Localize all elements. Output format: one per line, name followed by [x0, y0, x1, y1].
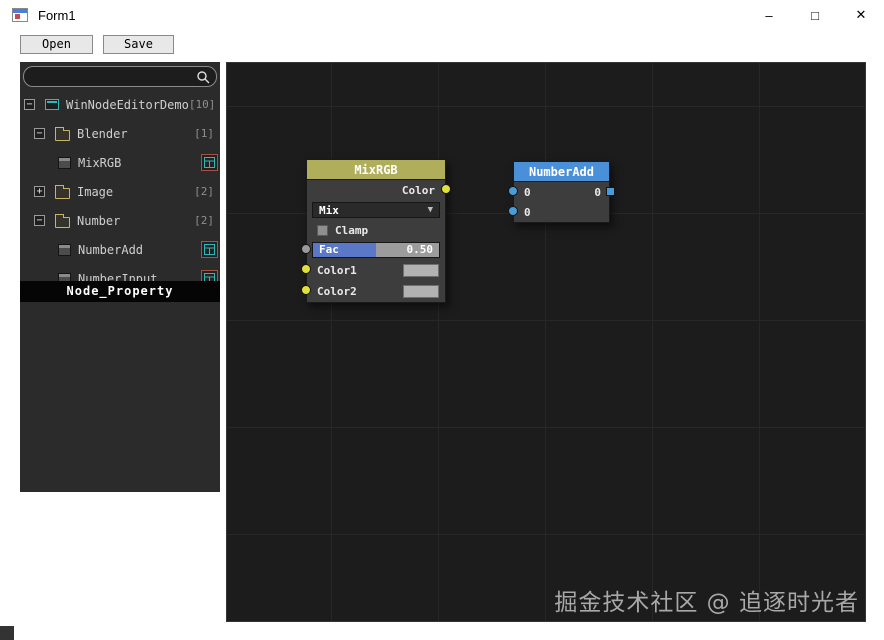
tree-item-number[interactable]: − Number [2] [20, 206, 220, 235]
node-mixrgb-body: Color Mix ▼ Clamp Fac 0.50 Color1 Color2 [306, 179, 446, 303]
maximize-button[interactable]: □ [792, 0, 838, 30]
clamp-checkbox[interactable] [317, 224, 328, 236]
fac-value: 0.50 [406, 243, 434, 256]
tree-item-label: MixRGB [78, 155, 122, 170]
save-button[interactable]: Save [103, 35, 174, 54]
mixrgb-clamp-row: Clamp [307, 220, 445, 240]
tree-item-label: NumberAdd [78, 242, 144, 257]
node-numberadd-body: 0 0 0 [513, 181, 610, 223]
form1-window: Form1 – □ ✕ Open Save − WinNodeEditorDem… [0, 0, 884, 640]
titlebar: Form1 – □ ✕ [0, 0, 884, 30]
numberadd-output-socket[interactable] [606, 187, 615, 196]
tree-item-mixrgb[interactable]: MixRGB [20, 148, 220, 177]
node-template-icon[interactable] [201, 154, 218, 171]
node-icon [58, 156, 71, 169]
mixrgb-color1-row: Color1 [307, 260, 445, 280]
color2-input-socket[interactable] [301, 285, 311, 295]
close-button[interactable]: ✕ [838, 0, 884, 30]
mixrgb-fac-row: Fac 0.50 [307, 240, 445, 260]
tree-item-count: [2] [194, 214, 214, 227]
node-icon [58, 272, 71, 281]
window-title: Form1 [38, 7, 76, 23]
tree-item-count: [1] [194, 127, 214, 140]
tree-item-numberinput[interactable]: NumberInput [20, 264, 220, 281]
app-window-icon [45, 99, 59, 110]
search-box[interactable] [23, 66, 217, 87]
tree-item-label: Blender [77, 126, 128, 141]
color-output-socket[interactable] [441, 184, 451, 194]
tree-item-label: WinNodeEditorDemo [66, 97, 189, 112]
node-property-header: Node_Property [20, 281, 220, 302]
mixrgb-color2-row: Color2 [307, 280, 445, 302]
tree-item-image[interactable]: + Image [2] [20, 177, 220, 206]
mixrgb-mode-row: Mix ▼ [307, 200, 445, 220]
node-template-icon[interactable] [201, 270, 218, 281]
numberadd-row1: 0 0 [514, 182, 609, 202]
collapse-icon[interactable]: − [34, 215, 45, 226]
blend-mode-value: Mix [319, 203, 339, 217]
fac-slider[interactable]: Fac 0.50 [312, 242, 440, 258]
clamp-label: Clamp [335, 223, 369, 237]
tree-item-label: Number [77, 213, 121, 228]
fac-input-socket[interactable] [301, 244, 311, 254]
chevron-down-icon: ▼ [427, 205, 433, 215]
node-tree: − WinNodeEditorDemo [10] − Blender [1] M… [20, 62, 220, 281]
tree-item-count: [2] [194, 185, 214, 198]
node-icon [58, 243, 71, 256]
color1-input-socket[interactable] [301, 264, 311, 274]
scrollbar-corner [0, 626, 14, 640]
folder-icon [55, 126, 70, 141]
folder-icon [55, 213, 70, 228]
node-numberadd-header[interactable]: NumberAdd [513, 161, 610, 181]
open-button[interactable]: Open [20, 35, 93, 54]
color2-swatch[interactable] [403, 284, 439, 298]
tree-item-blender[interactable]: − Blender [1] [20, 119, 220, 148]
blend-mode-dropdown[interactable]: Mix ▼ [312, 202, 440, 218]
color1-label: Color1 [317, 263, 357, 277]
mixrgb-output-row: Color [307, 180, 445, 200]
node-editor-canvas[interactable]: MixRGB Color Mix ▼ Clamp Fac 0.50 Color1… [226, 62, 866, 622]
tree-item-numberadd[interactable]: NumberAdd [20, 235, 220, 264]
numberadd-row2: 0 [514, 202, 609, 222]
expand-icon[interactable]: + [34, 186, 45, 197]
form-app-icon [12, 8, 28, 22]
color2-label: Color2 [317, 284, 357, 298]
output-color-label: Color [401, 183, 435, 197]
toolbar: Open Save [0, 30, 884, 62]
node-template-icon[interactable] [201, 241, 218, 258]
collapse-icon[interactable]: − [34, 128, 45, 139]
tree-item-winnodeeditordemo[interactable]: − WinNodeEditorDemo [10] [20, 90, 220, 119]
search-icon [197, 71, 210, 84]
watermark-text: 掘金技术社区 @ 追逐时光者 [554, 590, 859, 616]
numberadd-input2-socket[interactable] [508, 206, 518, 216]
node-mixrgb[interactable]: MixRGB Color Mix ▼ Clamp Fac 0.50 Color1… [301, 159, 451, 303]
collapse-icon[interactable]: − [24, 99, 35, 110]
color1-swatch[interactable] [403, 263, 439, 277]
window-controls: – □ ✕ [746, 0, 884, 30]
node-mixrgb-header[interactable]: MixRGB [306, 159, 446, 179]
tree-item-label: NumberInput [78, 271, 158, 282]
fac-label: Fac [319, 243, 339, 256]
tree-item-label: Image [77, 184, 114, 199]
tree-rows: − WinNodeEditorDemo [10] − Blender [1] M… [20, 90, 220, 281]
folder-icon [55, 184, 70, 199]
minimize-button[interactable]: – [746, 0, 792, 30]
numberadd-input1-socket[interactable] [508, 186, 518, 196]
node-property-panel [20, 302, 220, 492]
node-numberadd[interactable]: NumberAdd 0 0 0 [508, 161, 615, 223]
tree-item-count: [10] [188, 98, 216, 111]
search-input[interactable] [32, 68, 192, 85]
sidebar: − WinNodeEditorDemo [10] − Blender [1] M… [20, 62, 220, 492]
